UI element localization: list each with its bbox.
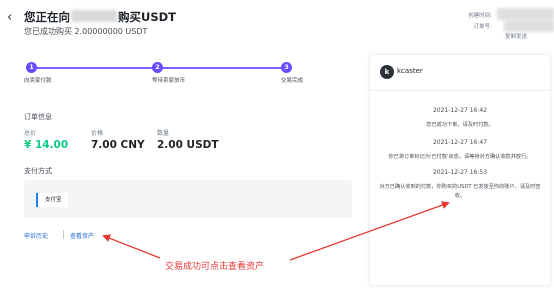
- arrow-to-view-assets: [102, 234, 161, 259]
- annotation-arrows: [102, 201, 450, 261]
- annotation-text: 交易成功可点击查看资产: [165, 262, 265, 272]
- arrow-to-chat-message: [289, 201, 450, 261]
